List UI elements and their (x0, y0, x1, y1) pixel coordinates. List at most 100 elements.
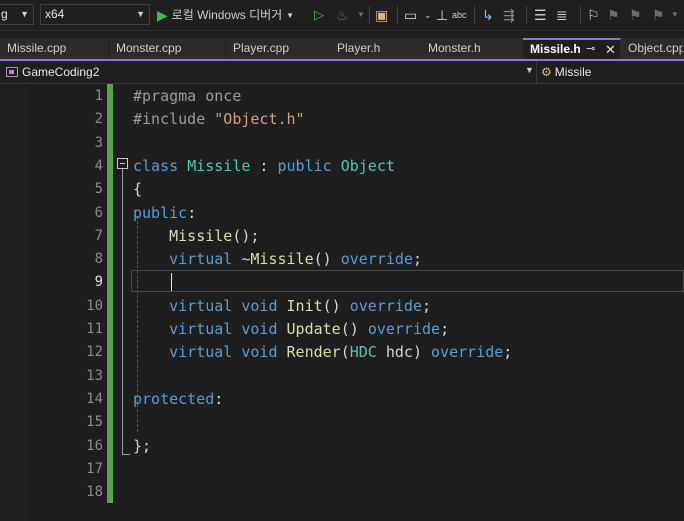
code-token: public (277, 156, 341, 175)
folder-icon: ▣ (375, 7, 389, 23)
code-editor[interactable]: 1 2 3 4 5 6 7 8 9 10 11 12 13 14 15 16 17 18 #pragma once… (0, 84, 684, 521)
tab-missile-h[interactable]: Missile.h ⊸ ✕ (523, 38, 621, 59)
code-token: #pragma once (133, 87, 242, 105)
spell-check-button[interactable]: abc (452, 5, 467, 25)
bookmark-button[interactable]: ⚐ (587, 5, 600, 25)
step-over-button[interactable]: ⇶ (503, 5, 515, 25)
line-number: 3 (94, 134, 103, 151)
text-caret (171, 273, 172, 291)
code-token: Object (340, 156, 395, 175)
outline-fold-line (122, 169, 123, 454)
line-number: 17 (86, 460, 103, 477)
tab-label: Monster.h (428, 41, 481, 55)
change-tracking-bar (107, 84, 113, 503)
code-token: override (349, 296, 422, 315)
play-outline-icon: ▷ (314, 7, 324, 22)
tab-label: Missile.h (530, 42, 581, 56)
toolbar-separator (474, 6, 475, 24)
toolbar-separator (397, 6, 398, 24)
line-number: 2 (94, 111, 103, 128)
pin-icon[interactable]: ⊸ (586, 40, 595, 59)
uncomment-button[interactable]: ≣ (556, 5, 568, 25)
tab-label: Missile.cpp (7, 41, 67, 55)
code-token: override (367, 320, 441, 338)
hot-reload-button[interactable]: ♨ (336, 5, 349, 25)
line-number: 12 (86, 344, 103, 361)
line-number: 1 (94, 88, 103, 104)
platform-dropdown[interactable]: x64 ▼ (40, 4, 150, 25)
project-dropdown[interactable]: GameCoding2 (6, 64, 99, 80)
start-without-debugging-button[interactable]: ▷ (314, 5, 324, 25)
chevron-down-icon: ▼ (20, 9, 29, 19)
nav-divider (536, 61, 537, 83)
bookmark-icon: ⚐ (587, 7, 600, 23)
project-name: GameCoding2 (22, 65, 100, 79)
solution-config-value: g (1, 7, 8, 21)
line-number: 10 (86, 297, 103, 314)
tab-label: Monster.cpp (116, 41, 182, 55)
tab-label: Player.cpp (233, 41, 290, 55)
uncomment-lines-icon: ≣ (556, 7, 568, 23)
code-token: }; (133, 436, 152, 455)
code-token: virtual (169, 250, 242, 269)
hot-reload-dropdown[interactable]: ▼ (357, 5, 365, 25)
chevron-down-icon[interactable]: ▼ (525, 65, 534, 75)
code-token: virtual void (169, 296, 287, 315)
code-token: () (340, 320, 368, 338)
open-folder-button[interactable]: ▣ (375, 5, 388, 25)
solution-config-dropdown[interactable]: g ▼ (0, 4, 34, 25)
tab-missile-cpp[interactable]: Missile.cpp (0, 38, 108, 59)
code-line: #pragma once (133, 85, 241, 108)
code-token: () (313, 250, 341, 269)
code-token: : (187, 203, 197, 222)
code-token: : (214, 389, 224, 408)
layout-dropdown[interactable]: ⌄ (424, 5, 432, 25)
next-bookmark-button[interactable]: ⚑ (629, 5, 642, 25)
navigation-bar: GameCoding2 ▼ ⚙ Missile (0, 61, 684, 84)
code-token: ) (412, 343, 432, 362)
bookmark-next-icon: ⚑ (629, 7, 642, 23)
bookmark-dropdown[interactable]: ▼ (671, 5, 679, 25)
line-number: 8 (94, 251, 103, 268)
code-token: override (431, 343, 504, 362)
tab-object-cpp[interactable]: Object.cpp (621, 38, 684, 59)
line-number: 6 (94, 204, 103, 221)
code-token: ; (503, 343, 513, 362)
step-icon: ↳ (482, 7, 494, 23)
line-number: 4 (94, 157, 103, 174)
chevron-down-icon: ▼ (357, 10, 365, 19)
code-token: Missile (169, 226, 233, 245)
main-toolbar: g ▼ x64 ▼ ▶ 로컬 Windows 디버거 ▼ ▷ ♨ ▼ ▣ ▭ ⌄… (0, 0, 684, 31)
prev-bookmark-button[interactable]: ⚑ (607, 5, 620, 25)
start-debugging-button[interactable]: ▶ 로컬 Windows 디버거 ▼ (157, 5, 294, 25)
tab-monster-h[interactable]: Monster.h (421, 38, 523, 59)
document-tabs: Missile.cpp Monster.cpp Player.cpp Playe… (0, 38, 684, 59)
scope-dropdown[interactable]: ⚙ Missile (541, 64, 591, 80)
code-token: Missile (187, 156, 251, 175)
tab-player-cpp[interactable]: Player.cpp (226, 38, 330, 59)
tab-monster-cpp[interactable]: Monster.cpp (109, 38, 225, 59)
align-icon: ⊥ (436, 7, 449, 23)
toolbar-separator (369, 6, 370, 24)
tab-player-h[interactable]: Player.h (330, 38, 421, 59)
code-line: virtual void Update() override; (133, 318, 449, 341)
code-token: Init (286, 296, 323, 315)
code-token: Update (286, 320, 341, 338)
window-layout-button[interactable]: ▭ (404, 5, 417, 25)
step-into-button[interactable]: ↳ (482, 5, 494, 25)
code-line: }; (133, 435, 151, 458)
code-token: override (340, 250, 413, 269)
align-button[interactable]: ⊥ (436, 5, 448, 25)
code-token: protected (133, 389, 215, 408)
code-token: "Object.h" (214, 110, 305, 129)
clear-bookmarks-button[interactable]: ⚑ (652, 5, 665, 25)
code-token: : (250, 156, 278, 175)
close-icon[interactable]: ✕ (605, 40, 616, 59)
comment-button[interactable]: ☰ (534, 5, 547, 25)
toolbar-separator (526, 6, 527, 24)
collapse-icon[interactable] (117, 158, 128, 169)
